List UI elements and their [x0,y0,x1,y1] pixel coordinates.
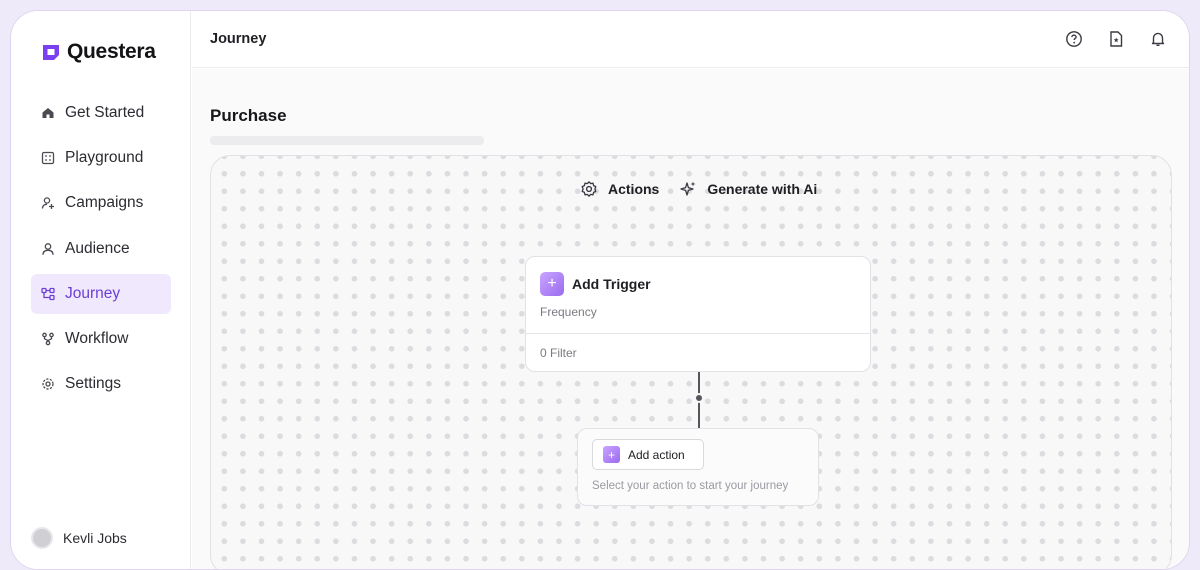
topbar: Journey [192,11,1189,68]
sidebar-item-label: Journey [65,284,121,302]
sidebar-nav: Get Started Playground Campaigns Audienc… [31,93,171,409]
user-profile[interactable]: Kevli Jobs [31,527,127,549]
add-action-label: Add action [628,447,685,462]
sidebar-item-workflow[interactable]: Workflow [31,319,171,359]
trigger-node[interactable]: + Add Trigger Frequency 0 Filter [525,256,871,372]
trigger-title: Add Trigger [572,276,651,292]
sidebar-item-label: Settings [65,375,122,393]
sidebar-item-settings[interactable]: Settings [31,364,171,404]
actions-button[interactable]: Actions [580,180,659,198]
gear-icon [41,377,55,391]
user-icon [41,242,55,256]
plus-icon[interactable]: + [540,272,564,296]
sidebar: Questera Get Started Playground Campaign… [11,11,191,569]
divider [526,333,870,334]
help-icon[interactable] [1065,30,1083,48]
page-title: Purchase [210,106,287,125]
journey-canvas[interactable]: Actions Generate with Ai + Add Trigger F… [210,155,1172,569]
plus-icon: + [603,446,620,463]
trigger-filter-count[interactable]: 0 Filter [540,346,577,360]
topbar-actions [1065,30,1167,48]
sidebar-item-label: Workflow [65,329,129,347]
canvas-toolbar: Actions Generate with Ai [580,180,817,198]
logo-text: Questera [67,40,156,63]
bell-icon[interactable] [1149,30,1167,48]
sidebar-item-label: Get Started [65,104,145,121]
sidebar-item-audience[interactable]: Audience [31,229,171,269]
user-plus-icon [41,196,55,210]
journey-icon [41,287,55,301]
trigger-frequency[interactable]: Frequency [540,305,597,319]
sidebar-item-label: Campaigns [65,194,144,212]
action-node: + Add action Select your action to start… [577,428,819,506]
connector-handle[interactable] [694,393,704,403]
actions-icon [581,181,597,197]
generate-with-ai-button[interactable]: Generate with Ai [679,180,817,198]
actions-label: Actions [608,181,660,197]
sidebar-item-label: Playground [65,149,144,167]
sidebar-item-label: Audience [65,239,130,257]
sidebar-item-campaigns[interactable]: Campaigns [31,183,171,223]
avatar [31,527,53,549]
title-placeholder-bar [210,136,484,145]
sparkle-icon [680,181,696,196]
home-icon [41,106,55,120]
generate-label: Generate with Ai [707,181,818,197]
action-hint: Select your action to start your journey [592,480,789,492]
main-content: Purchase Actions Generate with Ai + Add … [192,69,1189,569]
breadcrumb: Journey [210,31,267,47]
user-name: Kevli Jobs [63,530,127,546]
grid-icon [41,151,55,165]
workflow-icon [41,332,55,346]
logo[interactable]: Questera [41,40,156,64]
trigger-header: + Add Trigger [540,272,651,296]
add-action-button[interactable]: + Add action [592,439,704,470]
questera-logo-icon [43,45,59,60]
sidebar-item-get-started[interactable]: Get Started [31,93,171,133]
app-window: Questera Get Started Playground Campaign… [10,10,1190,570]
document-icon[interactable] [1107,30,1125,48]
sidebar-item-playground[interactable]: Playground [31,138,171,178]
sidebar-item-journey[interactable]: Journey [31,273,171,314]
